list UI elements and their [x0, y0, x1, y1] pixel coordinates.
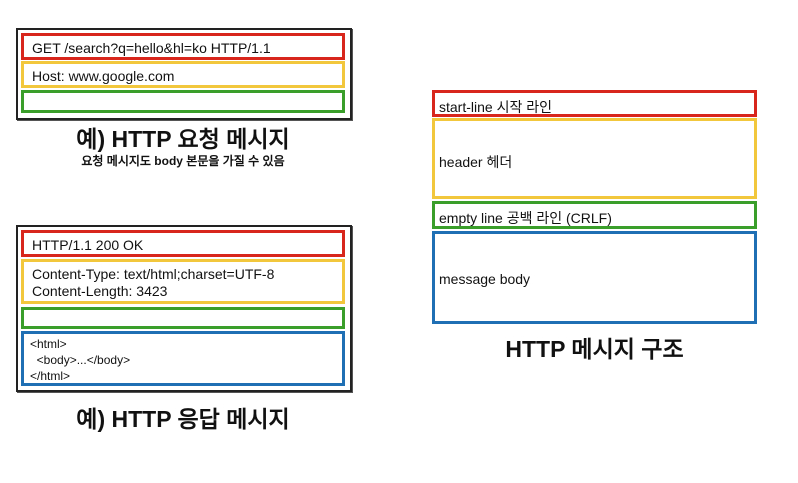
response-body-line-3: </html> — [30, 369, 71, 383]
request-header-box: Host: www.google.com — [21, 61, 345, 88]
request-start-line-text: GET /search?q=hello&hl=ko HTTP/1.1 — [32, 40, 271, 56]
response-header-line-2: Content-Length: 3423 — [32, 283, 168, 299]
request-subcaption: 요청 메시지도 body 본문을 가질 수 있음 — [81, 154, 285, 168]
request-start-line-box: GET /search?q=hello&hl=ko HTTP/1.1 — [21, 33, 345, 60]
structure-body-label: message body — [439, 271, 531, 287]
structure-body-box: message body — [432, 231, 757, 324]
response-start-line-box: HTTP/1.1 200 OK — [21, 230, 345, 257]
structure-empty-line-box: empty line 공백 라인 (CRLF) — [432, 201, 757, 229]
response-body-box: <html> <body>...</body> </html> — [21, 331, 345, 386]
structure-header-label: header 헤더 — [439, 154, 513, 170]
response-body-line-2: <body>...</body> — [30, 353, 131, 367]
response-message-frame: HTTP/1.1 200 OK Content-Type: text/html;… — [16, 225, 352, 392]
structure-empty-line-label: empty line 공백 라인 (CRLF) — [439, 210, 612, 226]
request-header-text: Host: www.google.com — [32, 68, 175, 84]
structure-header-box: header 헤더 — [432, 118, 757, 199]
response-start-line-text: HTTP/1.1 200 OK — [32, 237, 144, 253]
response-header-line-1: Content-Type: text/html;charset=UTF-8 — [32, 266, 275, 282]
structure-caption: HTTP 메시지 구조 — [505, 336, 684, 362]
request-message-frame: GET /search?q=hello&hl=ko HTTP/1.1 Host:… — [16, 28, 352, 120]
request-caption: 예) HTTP 요청 메시지 — [76, 126, 290, 152]
response-body-line-1: <html> — [30, 337, 67, 351]
structure-start-line-box: start-line 시작 라인 — [432, 90, 757, 117]
response-empty-line-box — [21, 307, 345, 329]
structure-start-line-label: start-line 시작 라인 — [439, 99, 552, 115]
request-empty-line-box — [21, 90, 345, 113]
response-header-box: Content-Type: text/html;charset=UTF-8 Co… — [21, 259, 345, 304]
response-caption: 예) HTTP 응답 메시지 — [76, 406, 290, 432]
